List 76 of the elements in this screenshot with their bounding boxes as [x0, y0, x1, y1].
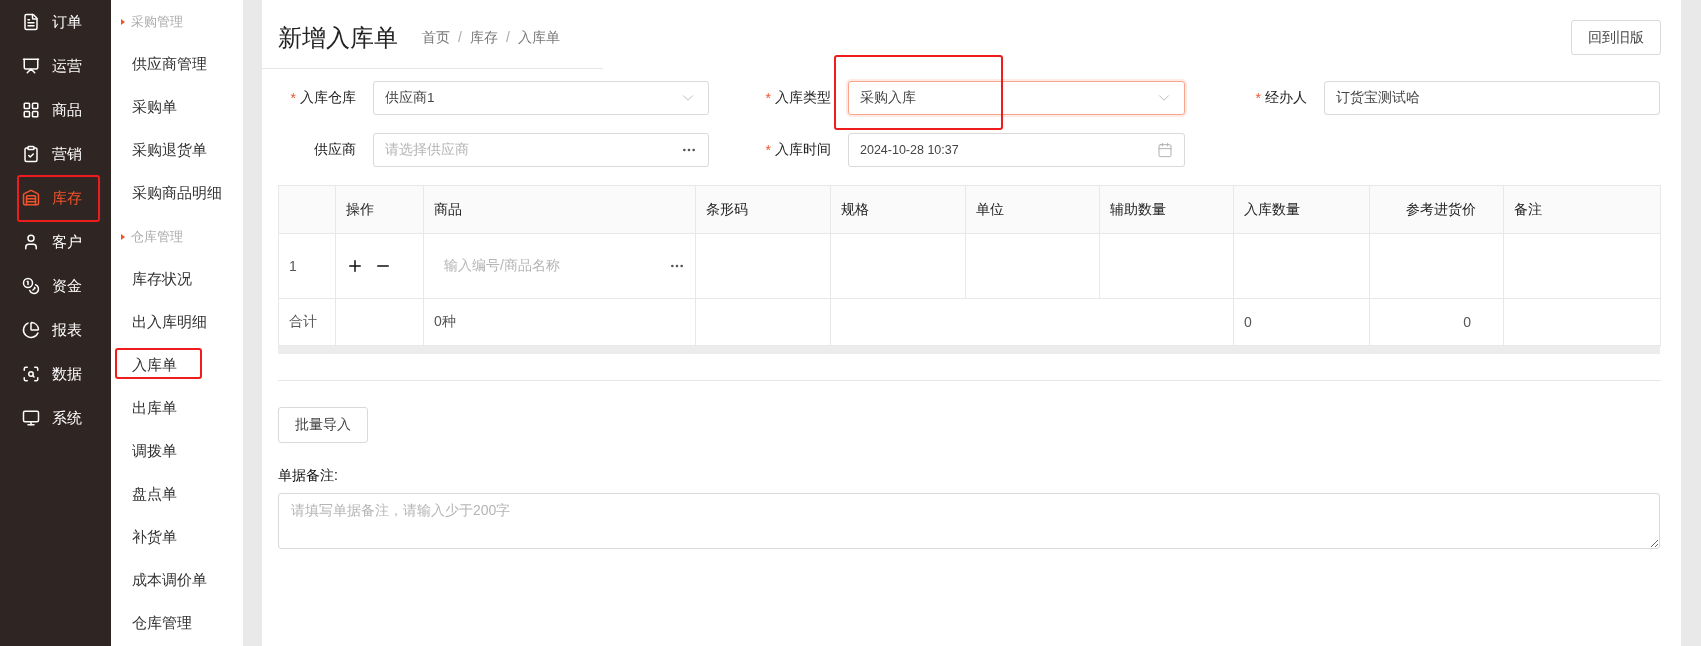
document-icon [22, 13, 40, 31]
field-label: * 入库类型 [764, 88, 832, 108]
nav-item[interactable]: 营销 [0, 132, 111, 176]
submenu-item[interactable]: 盘点单 [111, 473, 243, 516]
monitor-icon [22, 409, 40, 427]
submenu-item[interactable]: 供应商管理 [111, 43, 243, 86]
table-cell: 0 [1369, 298, 1504, 346]
submenu-item[interactable]: 库存状况 [111, 258, 243, 301]
nav-item[interactable]: 资金 [0, 264, 111, 308]
section-heading: 仓库管理 [111, 215, 243, 258]
nav-item[interactable]: 数据 [0, 352, 111, 396]
submenu-item[interactable]: 补货单 [111, 516, 243, 559]
pie-chart-icon [22, 321, 40, 339]
old-version-button[interactable]: 回到旧版 [1571, 20, 1661, 55]
triangle-icon [121, 18, 125, 25]
nav-item[interactable]: 客户 [0, 220, 111, 264]
nav-item[interactable]: 商品 [0, 88, 111, 132]
field-label: * 入库仓库 [289, 88, 357, 108]
warehouse-icon [22, 189, 40, 207]
table-cell: 0 [1233, 298, 1370, 346]
note-field[interactable]: 请填写单据备注，请输入少于200字 [278, 493, 1660, 549]
submenu-item[interactable]: 出库单 [111, 387, 243, 430]
grid-icon [22, 101, 40, 119]
column-header: 商品 [423, 185, 696, 234]
row-index: 1 [278, 233, 336, 299]
field-label: * 经办人 [1254, 88, 1308, 108]
nav-item[interactable]: 订单 [0, 0, 111, 44]
note-label: 单据备注: [278, 467, 339, 485]
submenu-item[interactable]: 采购商品明细 [111, 172, 243, 215]
triangle-icon [121, 233, 125, 240]
breadcrumb-separator: / [505, 29, 510, 47]
column-header: 备注 [1503, 185, 1661, 234]
submenu-item[interactable]: 出入库明细 [111, 301, 243, 344]
column-header: 辅助数量 [1099, 185, 1234, 234]
submenu-item[interactable]: 入库单 [111, 344, 243, 387]
table-cell: 0种 [423, 298, 696, 346]
clipboard-check-icon [22, 145, 40, 163]
table-cell: 合计 [278, 298, 336, 346]
nav-item[interactable]: 运营 [0, 44, 111, 88]
nav-item[interactable]: 库存 [0, 176, 111, 220]
submenu-item[interactable]: 采购单 [111, 86, 243, 129]
column-header: 条形码 [695, 185, 831, 234]
submenu-item[interactable]: 成本调价单 [111, 559, 243, 602]
breadcrumb-link[interactable]: 首页 [422, 29, 450, 47]
calendar-icon [1157, 142, 1173, 158]
column-header: 操作 [335, 185, 424, 234]
nav-item[interactable]: 系统 [0, 396, 111, 440]
field-label: 供应商 [313, 140, 357, 159]
section-heading: 采购管理 [111, 0, 243, 43]
import-button[interactable]: 批量导入 [278, 407, 368, 443]
column-header: 参考进货价 [1369, 185, 1504, 234]
required-mark: * [1255, 90, 1261, 106]
chart-board-icon [22, 57, 40, 75]
nav-item[interactable]: 报表 [0, 308, 111, 352]
column-header: 入库数量 [1233, 185, 1370, 234]
required-mark: * [765, 90, 771, 106]
magnifier-icon [22, 365, 40, 383]
coins-icon [22, 277, 40, 295]
page-title: 新增入库单 [278, 23, 398, 53]
field-label: * 入库时间 [764, 140, 832, 160]
column-header: 单位 [965, 185, 1100, 234]
submenu-item[interactable]: 调拨单 [111, 430, 243, 473]
required-mark: * [765, 142, 771, 158]
submenu-item[interactable]: 仓库管理 [111, 602, 243, 645]
date-field[interactable]: 2024-10-28 10:37 [848, 133, 1185, 167]
select-field[interactable]: 采购入库 [848, 81, 1185, 115]
breadcrumb-link[interactable]: 库存 [469, 29, 498, 47]
select-field[interactable]: 供应商1 [373, 81, 709, 115]
input-field[interactable]: 订货宝测试哈 [1324, 81, 1660, 115]
breadcrumb-link[interactable]: 入库单 [517, 29, 560, 47]
breadcrumb-separator: / [458, 29, 462, 47]
submenu-item[interactable]: 采购退货单 [111, 129, 243, 172]
add-icon[interactable] [346, 257, 364, 275]
user-icon [22, 233, 40, 251]
column-header: 规格 [830, 185, 966, 234]
required-mark: * [290, 90, 296, 106]
